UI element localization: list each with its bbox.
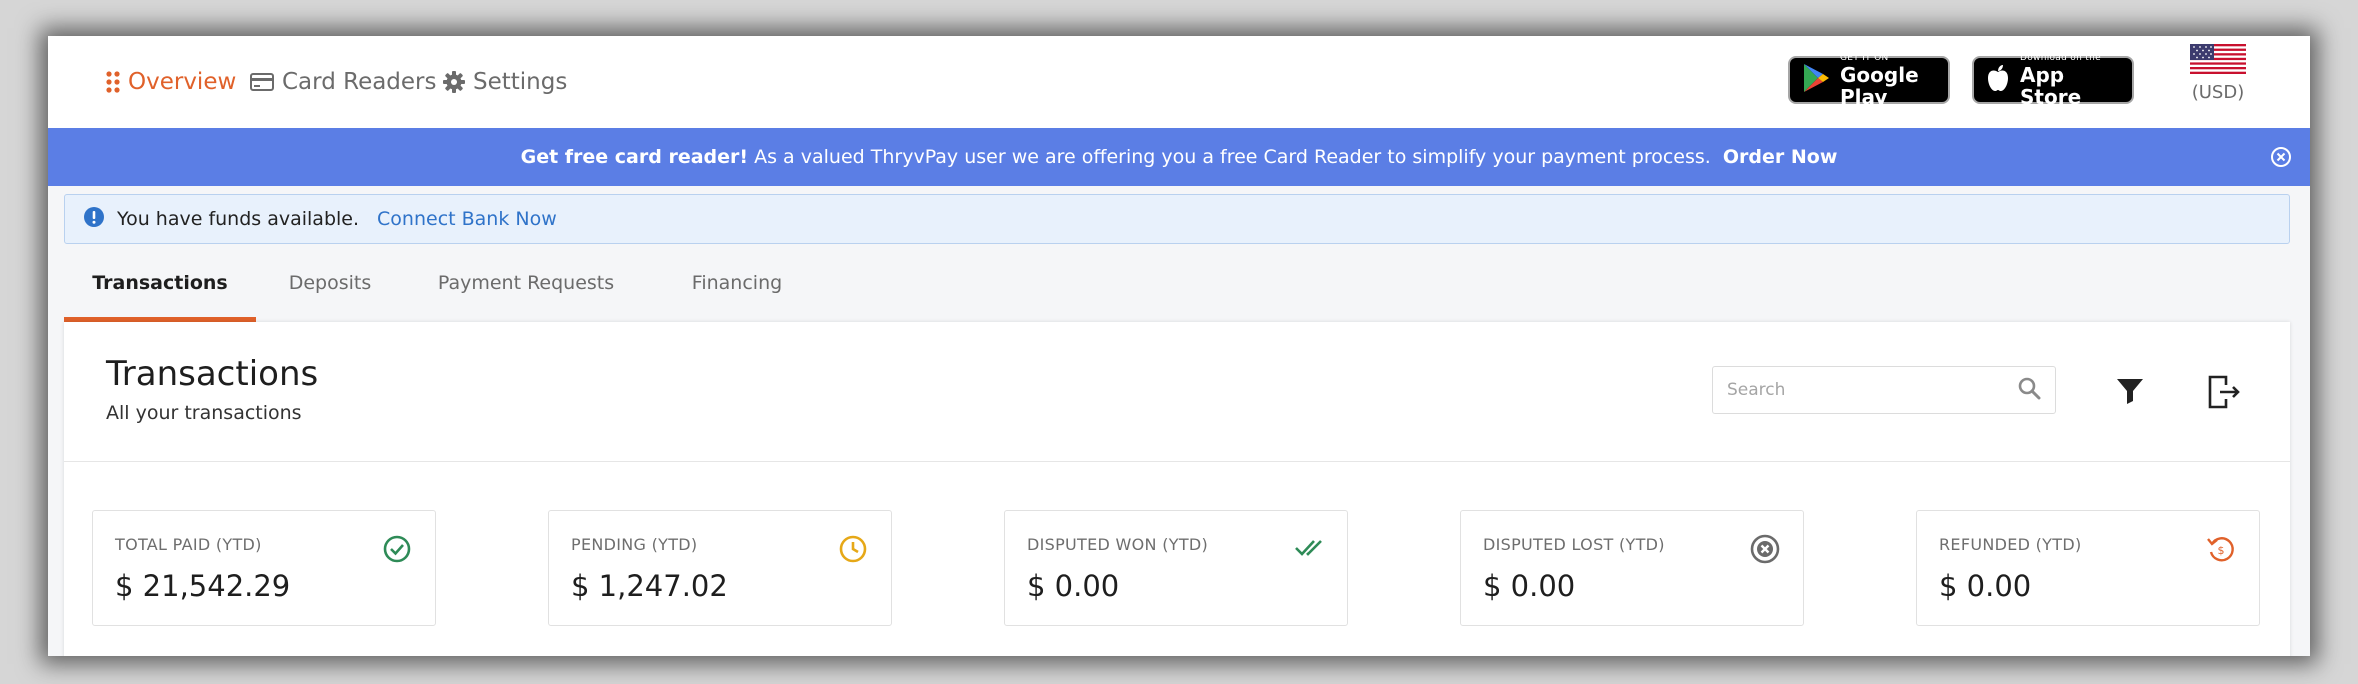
- stat-disputed-lost: DISPUTED LOST (YTD) $ 0.00: [1460, 510, 1804, 626]
- funds-alert: You have funds available. Connect Bank N…: [64, 194, 2290, 244]
- tab-financing[interactable]: Financing: [662, 244, 812, 322]
- connect-bank-link[interactable]: Connect Bank Now: [377, 208, 557, 230]
- section-tabs: Transactions Deposits Payment Requests F…: [64, 244, 2290, 322]
- tab-transactions-label: Transactions: [92, 272, 228, 294]
- stat-value: $ 21,542.29: [115, 569, 291, 603]
- tab-payment-requests-label: Payment Requests: [437, 272, 615, 294]
- dots-grid-icon: [106, 71, 120, 93]
- app-store-small-text: Download on the: [2020, 52, 2101, 63]
- nav-settings-label: Settings: [473, 69, 568, 95]
- app-store-badge[interactable]: Download on the App Store: [1972, 52, 2134, 108]
- page-subtitle: All your transactions: [106, 402, 302, 424]
- filter-icon[interactable]: [2114, 374, 2150, 410]
- double-check-icon: [1293, 533, 1325, 565]
- us-flag-icon: [2190, 44, 2246, 78]
- order-now-link[interactable]: Order Now: [1723, 146, 1838, 168]
- tab-deposits[interactable]: Deposits: [260, 244, 400, 322]
- search-box: [1712, 366, 2056, 414]
- clock-icon: [837, 533, 869, 565]
- tab-transactions[interactable]: Transactions: [64, 244, 256, 322]
- svg-text:$: $: [2218, 544, 2225, 557]
- google-play-small-text: GET IT ON: [1840, 52, 1889, 63]
- nav-overview[interactable]: Overview: [106, 36, 236, 128]
- app-window: Overview Card Readers Settings GET IT ON…: [48, 36, 2310, 656]
- promo-lead: Get free card reader!: [520, 146, 749, 168]
- stat-refunded: REFUNDED (YTD) $ 0.00 $: [1916, 510, 2260, 626]
- nav-card-readers-label: Card Readers: [282, 69, 437, 95]
- gear-icon: [443, 71, 465, 93]
- stat-value: $ 0.00: [1939, 569, 2032, 603]
- funds-alert-text: You have funds available.: [117, 208, 360, 230]
- nav-card-readers[interactable]: Card Readers: [250, 36, 437, 128]
- stat-label: PENDING (YTD): [571, 535, 698, 554]
- tab-deposits-label: Deposits: [288, 272, 372, 294]
- stat-label: TOTAL PAID (YTD): [115, 535, 262, 554]
- stat-label: REFUNDED (YTD): [1939, 535, 2082, 554]
- transactions-card: Transactions All your transactions Searc…: [64, 322, 2290, 656]
- export-icon[interactable]: [2206, 374, 2242, 410]
- page-title: Transactions: [106, 354, 319, 394]
- top-nav: Overview Card Readers Settings GET IT ON…: [48, 36, 2310, 128]
- stat-value: $ 0.00: [1483, 569, 1576, 603]
- stat-value: $ 0.00: [1027, 569, 1120, 603]
- stat-value: $ 1,247.02: [571, 569, 728, 603]
- google-play-icon: [1802, 63, 1830, 97]
- stat-label: DISPUTED WON (YTD): [1027, 535, 1209, 554]
- refund-history-icon: $: [2205, 533, 2237, 565]
- stat-pending: PENDING (YTD) $ 1,247.02: [548, 510, 892, 626]
- app-store-big-text: App Store: [2020, 62, 2082, 109]
- promo-text: As a valued ThryvPay user we are offerin…: [754, 146, 1711, 168]
- google-play-big-text: Google Play: [1840, 62, 1919, 109]
- tab-payment-requests[interactable]: Payment Requests: [416, 244, 636, 322]
- tab-financing-label: Financing: [691, 272, 783, 294]
- stat-label: DISPUTED LOST (YTD): [1483, 535, 1665, 554]
- page-body: You have funds available. Connect Bank N…: [48, 186, 2310, 656]
- stat-total-paid: TOTAL PAID (YTD) $ 21,542.29: [92, 510, 436, 626]
- currency-code: (USD): [2191, 82, 2245, 103]
- nav-settings[interactable]: Settings: [443, 36, 567, 128]
- check-circle-icon: [381, 533, 413, 565]
- google-play-badge[interactable]: GET IT ON Google Play: [1788, 52, 1950, 108]
- close-banner-icon[interactable]: [2270, 146, 2292, 168]
- x-circle-icon: [1749, 533, 1781, 565]
- promo-banner: Get free card reader! As a valued ThryvP…: [48, 128, 2310, 186]
- nav-overview-label: Overview: [128, 69, 237, 95]
- info-icon: [83, 206, 105, 233]
- credit-card-icon: [250, 72, 274, 92]
- search-icon[interactable]: [2017, 376, 2041, 404]
- currency-selector[interactable]: (USD): [2178, 44, 2258, 120]
- card-header: Transactions All your transactions: [64, 322, 2290, 462]
- apple-icon: [1986, 64, 2010, 96]
- stat-disputed-won: DISPUTED WON (YTD) $ 0.00: [1004, 510, 1348, 626]
- search-input[interactable]: [1727, 380, 2017, 400]
